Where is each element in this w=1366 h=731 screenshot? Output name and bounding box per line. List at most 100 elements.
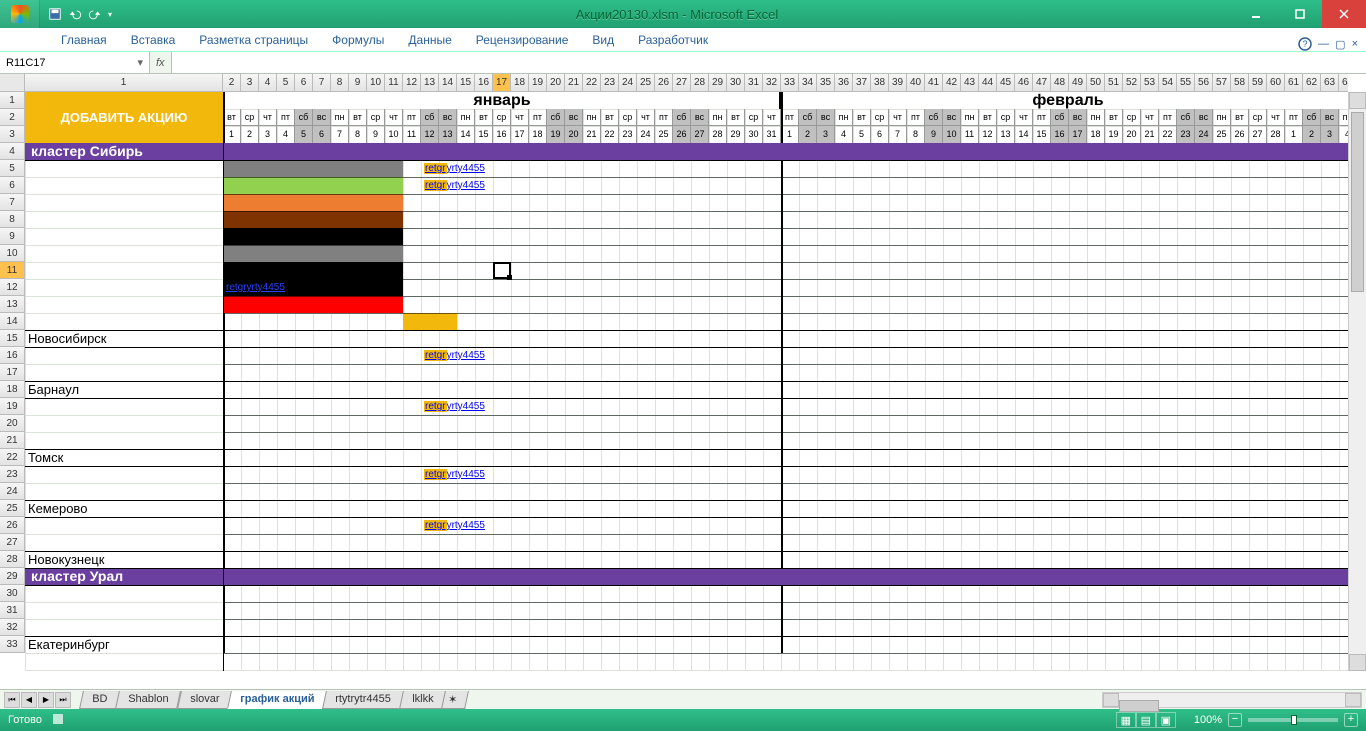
col-header[interactable]: 42: [943, 74, 961, 92]
office-button[interactable]: [0, 0, 40, 28]
row-header[interactable]: 2: [0, 109, 25, 126]
row-header[interactable]: 30: [0, 585, 25, 602]
col-header[interactable]: 59: [1249, 74, 1267, 92]
fx-button[interactable]: fx: [156, 57, 165, 69]
col-header[interactable]: 29: [709, 74, 727, 92]
row-header[interactable]: 8: [0, 211, 25, 228]
row-header[interactable]: 26: [0, 517, 25, 534]
row-header[interactable]: 1: [0, 92, 25, 109]
promo-link[interactable]: retgryrty4455: [421, 398, 511, 415]
col-header[interactable]: 7: [313, 74, 331, 92]
row-header[interactable]: 5: [0, 160, 25, 177]
col-header[interactable]: 17: [493, 74, 511, 92]
qat-dropdown-icon[interactable]: ▾: [108, 10, 112, 19]
vscroll-thumb[interactable]: [1351, 112, 1364, 292]
promo-link[interactable]: retgryrty4455: [421, 466, 511, 483]
row-header[interactable]: 21: [0, 432, 25, 449]
select-all-corner[interactable]: [0, 74, 25, 92]
hscroll-left-button[interactable]: [1103, 693, 1119, 707]
col-header[interactable]: 46: [1015, 74, 1033, 92]
scroll-up-button[interactable]: [1349, 92, 1366, 109]
col-header[interactable]: 28: [691, 74, 709, 92]
row-header[interactable]: 6: [0, 177, 25, 194]
col-header[interactable]: 58: [1231, 74, 1249, 92]
row-header[interactable]: 22: [0, 449, 25, 466]
col-header[interactable]: 22: [583, 74, 601, 92]
row-header[interactable]: 25: [0, 500, 25, 517]
ribbon-minimize-icon[interactable]: —: [1318, 38, 1329, 50]
col-header[interactable]: 20: [547, 74, 565, 92]
row-header[interactable]: 28: [0, 551, 25, 568]
row-header[interactable]: 12: [0, 279, 25, 296]
sheet-tab[interactable]: lklkk: [399, 691, 446, 709]
col-header[interactable]: 1: [25, 74, 223, 92]
row-header[interactable]: 20: [0, 415, 25, 432]
zoom-in-button[interactable]: +: [1344, 713, 1358, 727]
sheet-tab[interactable]: rtytrytr4455: [322, 691, 403, 709]
vertical-scrollbar[interactable]: [1348, 92, 1366, 671]
col-header[interactable]: 49: [1069, 74, 1087, 92]
horizontal-scrollbar[interactable]: [1102, 692, 1362, 708]
row-header[interactable]: 19: [0, 398, 25, 415]
formula-input[interactable]: [172, 52, 1366, 73]
add-promo-button[interactable]: ДОБАВИТЬ АКЦИЮ: [25, 92, 223, 143]
scroll-down-button[interactable]: [1349, 654, 1366, 671]
save-icon[interactable]: [48, 7, 62, 21]
minimize-button[interactable]: [1234, 0, 1278, 28]
col-header[interactable]: 16: [475, 74, 493, 92]
tab-nav-first[interactable]: ⏮: [4, 692, 20, 708]
row-header[interactable]: 3: [0, 126, 25, 143]
col-header[interactable]: 14: [439, 74, 457, 92]
col-header[interactable]: 26: [655, 74, 673, 92]
row-header[interactable]: 9: [0, 228, 25, 245]
col-header[interactable]: 51: [1105, 74, 1123, 92]
col-header[interactable]: 43: [961, 74, 979, 92]
row-header[interactable]: 33: [0, 636, 25, 653]
col-header[interactable]: 9: [349, 74, 367, 92]
ribbon-tab-layout[interactable]: Разметка страницы: [188, 28, 319, 51]
col-header[interactable]: 23: [601, 74, 619, 92]
row-header[interactable]: 24: [0, 483, 25, 500]
row-header[interactable]: 7: [0, 194, 25, 211]
col-header[interactable]: 52: [1123, 74, 1141, 92]
col-header[interactable]: 5: [277, 74, 295, 92]
zoom-slider[interactable]: [1248, 718, 1338, 722]
col-header[interactable]: 19: [529, 74, 547, 92]
view-layout-button[interactable]: ▤: [1136, 712, 1156, 728]
col-header[interactable]: 38: [871, 74, 889, 92]
col-header[interactable]: 39: [889, 74, 907, 92]
col-header[interactable]: 8: [331, 74, 349, 92]
row-header[interactable]: 4: [0, 143, 25, 160]
help-icon[interactable]: ?: [1298, 37, 1312, 51]
tab-nav-prev[interactable]: ◀: [21, 692, 37, 708]
col-header[interactable]: 35: [817, 74, 835, 92]
grid[interactable]: ДОБАВИТЬ АКЦИЮянварьфевральвт1ср2чт3пт4с…: [25, 92, 1348, 671]
col-header[interactable]: 56: [1195, 74, 1213, 92]
view-pagebreak-button[interactable]: ▣: [1156, 712, 1176, 728]
col-header[interactable]: 64: [1339, 74, 1348, 92]
zoom-thumb[interactable]: [1291, 715, 1297, 725]
row-header[interactable]: 17: [0, 364, 25, 381]
col-header[interactable]: 47: [1033, 74, 1051, 92]
col-header[interactable]: 10: [367, 74, 385, 92]
tab-nav-last[interactable]: ⏭: [55, 692, 71, 708]
maximize-button[interactable]: [1278, 0, 1322, 28]
col-header[interactable]: 36: [835, 74, 853, 92]
ribbon-tab-data[interactable]: Данные: [397, 28, 462, 51]
col-header[interactable]: 48: [1051, 74, 1069, 92]
col-header[interactable]: 61: [1285, 74, 1303, 92]
row-header[interactable]: 10: [0, 245, 25, 262]
col-header[interactable]: 54: [1159, 74, 1177, 92]
ribbon-tab-home[interactable]: Главная: [50, 28, 118, 51]
hscroll-right-button[interactable]: [1345, 693, 1361, 707]
col-header[interactable]: 4: [259, 74, 277, 92]
row-header[interactable]: 11: [0, 262, 25, 279]
new-sheet-button[interactable]: ✶: [441, 691, 469, 709]
col-header[interactable]: 13: [421, 74, 439, 92]
col-header[interactable]: 62: [1303, 74, 1321, 92]
col-header[interactable]: 31: [745, 74, 763, 92]
ribbon-tab-developer[interactable]: Разработчик: [627, 28, 719, 51]
close-button[interactable]: [1322, 0, 1366, 28]
col-header[interactable]: 34: [799, 74, 817, 92]
sheet-tab[interactable]: BD: [79, 691, 120, 709]
